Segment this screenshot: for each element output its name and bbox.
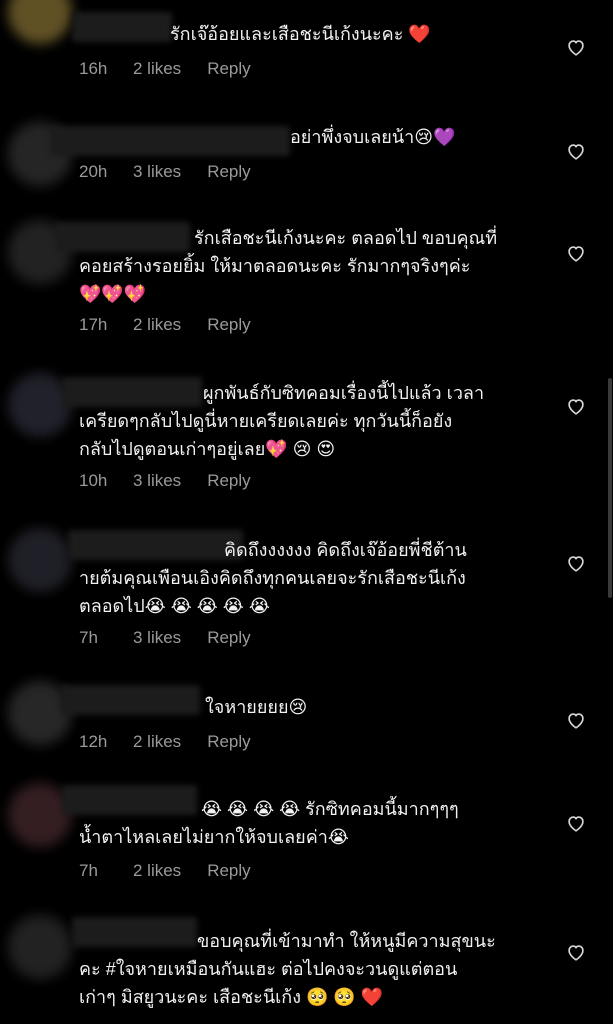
comment-likes[interactable]: 3 likes — [133, 628, 181, 648]
comment-likes[interactable]: 2 likes — [133, 315, 181, 335]
reply-button[interactable]: Reply — [207, 861, 250, 881]
username-redacted[interactable] — [50, 126, 290, 156]
comment-likes[interactable]: 3 likes — [133, 162, 181, 182]
reply-button[interactable]: Reply — [207, 628, 250, 648]
comment-likes[interactable]: 2 likes — [133, 59, 181, 79]
comment-meta: 12h 2 likes Reply — [79, 732, 251, 752]
comment-text: 😭 😭 😭 😭 รักซิทคอมนี้มากๆๆๆ น้ำตาไหลเลยไม… — [79, 799, 459, 847]
comment-time: 7h — [79, 861, 98, 880]
heart-outline-icon[interactable] — [565, 140, 587, 162]
reply-button[interactable]: Reply — [207, 59, 250, 79]
avatar[interactable] — [8, 915, 72, 979]
reply-button[interactable]: Reply — [207, 162, 250, 182]
comment-likes[interactable]: 2 likes — [133, 732, 181, 752]
comment-time: 7h — [79, 628, 98, 647]
heart-outline-icon[interactable] — [565, 552, 587, 574]
reply-button[interactable]: Reply — [207, 315, 250, 335]
username-redacted[interactable] — [72, 12, 172, 42]
heart-outline-icon[interactable] — [565, 941, 587, 963]
comment-time: 17h — [79, 315, 108, 334]
comment-meta: 7h 2 likes Reply — [79, 861, 251, 881]
username-redacted[interactable] — [60, 685, 200, 715]
comment-time: 12h — [79, 732, 108, 751]
comment-time: 16h — [79, 59, 108, 78]
comment-text: ผูกพันธ์กับซิทคอมเรื่องนี้ไปแล้ว เวลา เค… — [79, 383, 485, 459]
comment-text: คิดถึงงงงงง คิดถึงเจ๊อ้อยพี่ชีต้าน ายต้ม… — [79, 540, 467, 616]
comment-meta: 7h 3 likes Reply — [79, 628, 251, 648]
comment-time: 20h — [79, 162, 108, 181]
comment-meta: 20h 3 likes Reply — [79, 162, 251, 182]
avatar[interactable] — [8, 528, 72, 592]
comment-text: ขอบคุณที่เข้ามาทำ ให้หนูมีความสุขนะ คะ #… — [79, 931, 496, 1007]
heart-outline-icon[interactable] — [565, 709, 587, 731]
comment-likes[interactable]: 2 likes — [133, 861, 181, 881]
heart-outline-icon[interactable] — [565, 36, 587, 58]
comment-text: อย่าพึ่งจบเลยน้า😢💜 — [290, 127, 456, 147]
heart-outline-icon[interactable] — [565, 242, 587, 264]
comment-likes[interactable]: 3 likes — [133, 471, 181, 491]
comment-text: ใจหายยยย😢 — [205, 697, 308, 717]
comment-meta: 16h 2 likes Reply — [79, 59, 251, 79]
comment-text: รักเสือชะนีเก้งนะคะ ตลอดไป ขอบคุณที่ คอย… — [79, 228, 498, 304]
comment-time: 10h — [79, 471, 108, 490]
heart-outline-icon[interactable] — [565, 395, 587, 417]
reply-button[interactable]: Reply — [207, 732, 250, 752]
avatar[interactable] — [8, 0, 72, 44]
reply-button[interactable]: Reply — [207, 471, 250, 491]
comment-text: รักเจ๊อ้อยและเสือชะนีเก้งนะคะ ❤️ — [170, 24, 431, 44]
scrollbar[interactable] — [608, 378, 612, 598]
heart-outline-icon[interactable] — [565, 812, 587, 834]
comment-meta: 10h 3 likes Reply — [79, 471, 251, 491]
comment-meta: 17h 2 likes Reply — [79, 315, 251, 335]
